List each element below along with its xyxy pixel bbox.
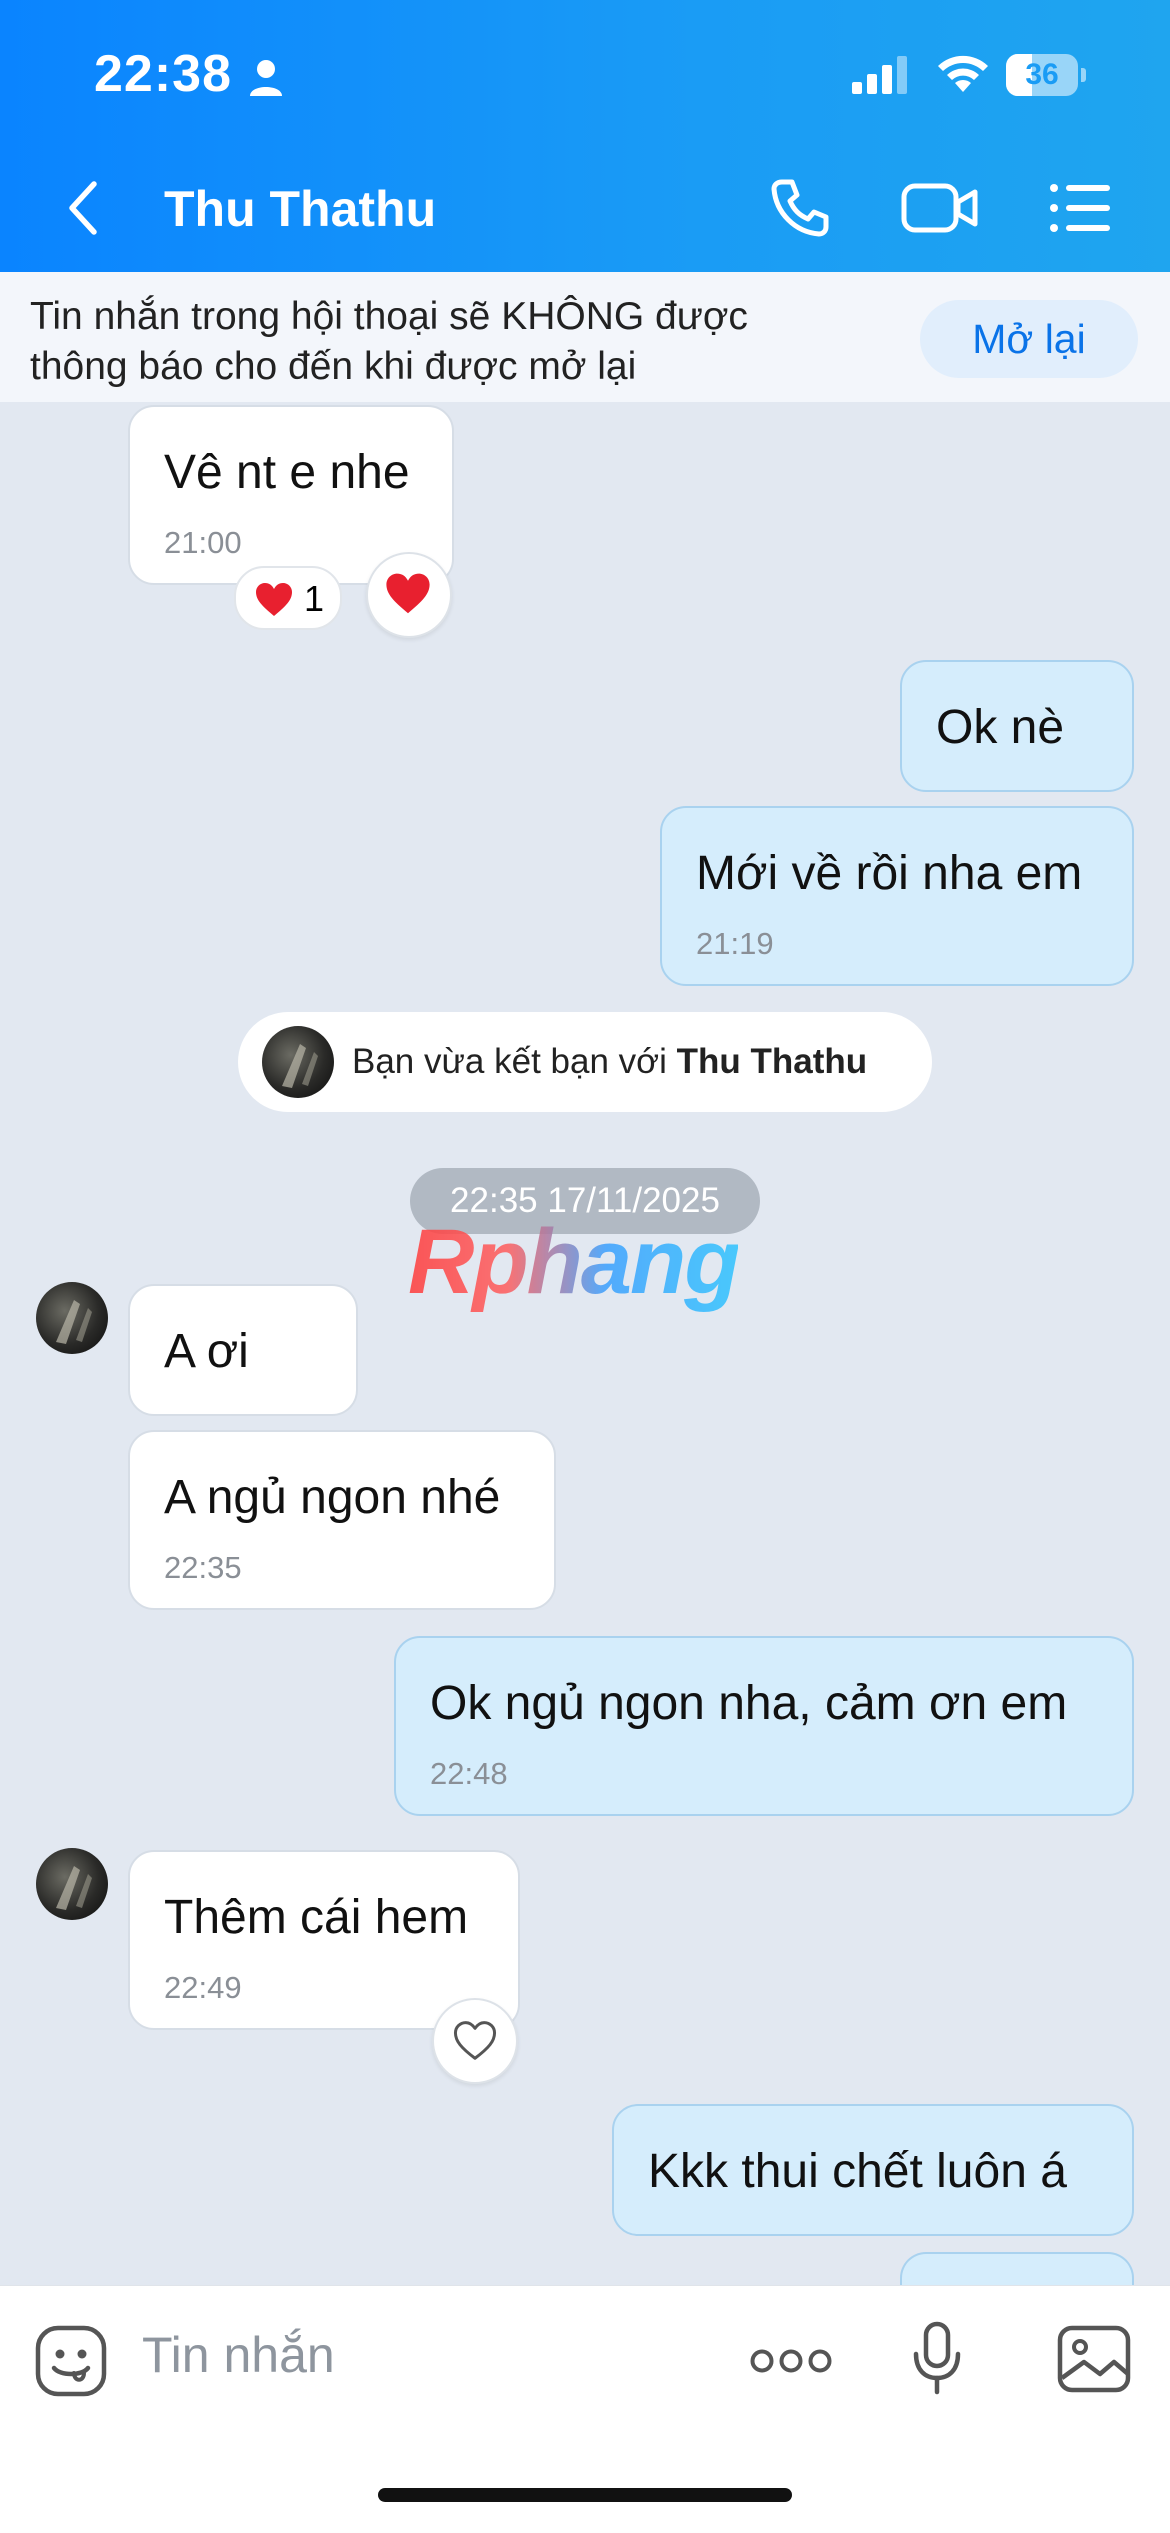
- message-time: 22:48: [430, 1756, 508, 1791]
- message-time: 21:00: [164, 525, 242, 560]
- heart-icon: [386, 573, 430, 614]
- watermark-logo: Rphang: [408, 1211, 740, 1313]
- sticker-emoji-icon[interactable]: [34, 2324, 108, 2398]
- more-options-icon[interactable]: [750, 2344, 832, 2378]
- heart-icon: [256, 583, 292, 616]
- message-bubble-outgoing[interactable]: Ok nè: [900, 660, 1134, 792]
- message-text: Kkk thui chết luôn á: [648, 2145, 1067, 2198]
- react-heart-button[interactable]: [432, 1998, 518, 2084]
- battery-indicator: 36: [1006, 54, 1086, 96]
- microphone-icon[interactable]: [910, 2320, 964, 2400]
- message-input[interactable]: Tin nhắn: [142, 2326, 335, 2384]
- message-bubble-outgoing[interactable]: Ok ngủ ngon nha, cảm ơn em 22:48: [394, 1636, 1134, 1816]
- home-indicator: [378, 2488, 792, 2502]
- contact-avatar[interactable]: [36, 1282, 108, 1354]
- message-time: 21:19: [696, 926, 774, 961]
- message-bubble-incoming[interactable]: A ngủ ngon nhé 22:35: [128, 1430, 556, 1610]
- status-time: 22:38: [94, 45, 232, 103]
- unmute-button[interactable]: Mở lại: [920, 300, 1138, 378]
- message-bubble-outgoing[interactable]: Mới về rồi nha em 21:19: [660, 806, 1134, 986]
- message-text: Vê nt e nhe: [164, 446, 410, 499]
- friend-name: Thu Thathu: [676, 1042, 868, 1081]
- friend-added-notice: Bạn vừa kết bạn với Thu Thathu: [238, 1012, 932, 1112]
- app-header: 22:38 36 Thu Thathu: [0, 0, 1170, 272]
- contact-avatar[interactable]: [262, 1026, 334, 1098]
- image-gallery-icon[interactable]: [1056, 2324, 1132, 2394]
- react-heart-button[interactable]: [366, 552, 452, 638]
- message-text: Thêm cái hem: [164, 1891, 469, 1944]
- reaction-summary[interactable]: 1: [234, 566, 342, 630]
- heart-outline-icon: [453, 2021, 497, 2060]
- person-icon: [250, 60, 282, 96]
- message-text: Ok nè: [936, 701, 1065, 754]
- phone-call-icon[interactable]: [768, 176, 832, 240]
- signal-icon: [852, 56, 907, 94]
- battery-level-text: 36: [1025, 58, 1059, 91]
- message-text: A ngủ ngon nhé: [164, 1471, 501, 1524]
- contact-avatar[interactable]: [36, 1848, 108, 1920]
- chat-title[interactable]: Thu Thathu: [164, 180, 436, 238]
- message-time: 22:49: [164, 1970, 242, 2005]
- message-text: A ơi: [164, 1325, 249, 1378]
- wifi-icon: [938, 55, 988, 92]
- menu-list-icon[interactable]: [1048, 180, 1112, 236]
- message-text: Mới về rồi nha em: [696, 847, 1083, 900]
- reaction-count-text: 1: [304, 578, 325, 619]
- message-bubble-outgoing[interactable]: Kkk thui chết luôn á: [612, 2104, 1134, 2236]
- message-time: 22:35: [164, 1550, 242, 1585]
- back-arrow-icon[interactable]: [62, 178, 102, 238]
- video-call-icon[interactable]: [900, 180, 980, 236]
- system-message-text: Bạn vừa kết bạn với Thu Thathu: [352, 1042, 868, 1081]
- message-bubble-incoming[interactable]: A ơi: [128, 1284, 358, 1416]
- mute-notice-bar: Tin nhắn trong hội thoại sẽ KHÔNG được t…: [0, 272, 1170, 402]
- message-text: Ok ngủ ngon nha, cảm ơn em: [430, 1677, 1068, 1730]
- mute-notice-text: Tin nhắn trong hội thoại sẽ KHÔNG được t…: [30, 295, 748, 388]
